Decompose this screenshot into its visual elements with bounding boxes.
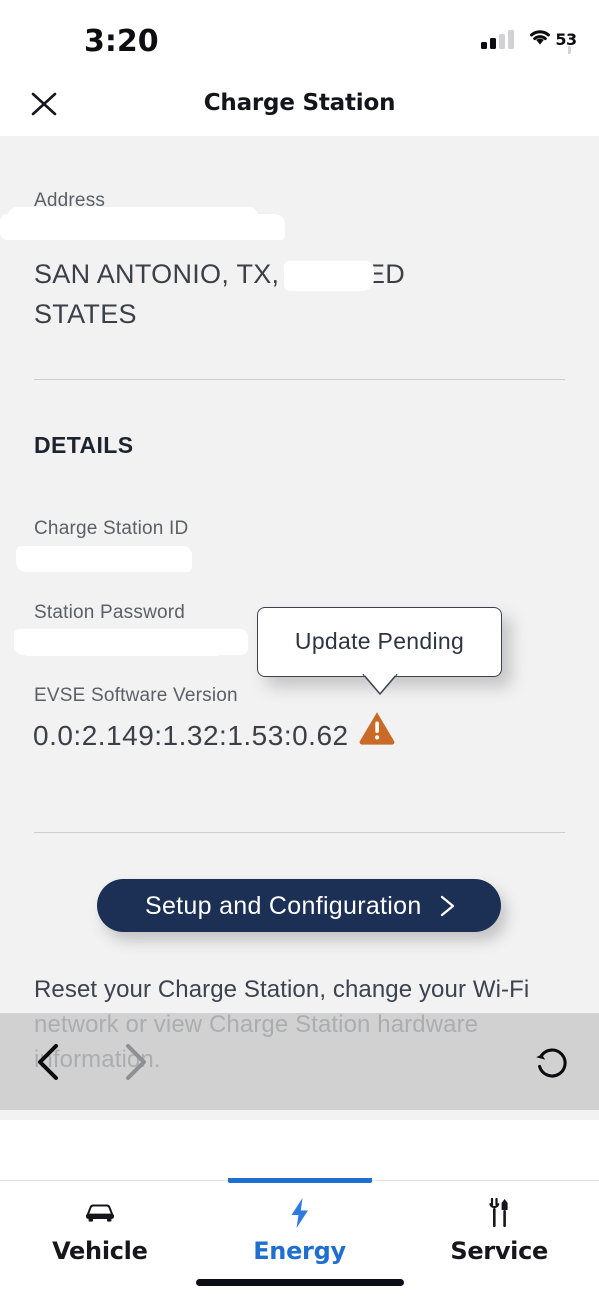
redaction-charge-station-id-extra [26, 560, 166, 572]
redaction-station-password-extra [22, 644, 222, 656]
status-bar-time: 3:20 [84, 24, 159, 59]
tab-energy-label: Energy [253, 1237, 346, 1265]
navigation-header: Charge Station [0, 70, 599, 136]
redaction-zip-code-extra [290, 276, 360, 290]
tab-active-indicator [227, 1178, 372, 1183]
tooltip-text: Update Pending [294, 628, 465, 654]
charge-station-details-panel: Address SAN ANTONIO, TX, , UNITED STATES… [0, 136, 599, 1120]
section-divider [34, 379, 565, 380]
page-title: Charge Station [203, 90, 396, 116]
redaction-street-address-extra [8, 207, 258, 227]
charge-station-id-label: Charge Station ID [34, 518, 189, 539]
tab-energy[interactable]: Energy [200, 1178, 400, 1276]
tab-vehicle-label: Vehicle [52, 1237, 148, 1265]
tab-vehicle[interactable]: Vehicle [0, 1181, 200, 1276]
browser-navigation-bar [0, 1013, 599, 1110]
warning-triangle-icon[interactable] [358, 709, 396, 745]
reload-icon[interactable] [533, 1043, 571, 1081]
chevron-left-icon[interactable] [32, 1041, 66, 1083]
evse-software-version-value: 0.0:2.149:1.32:1.53:0.62 [33, 720, 349, 751]
cellular-signal-icon [481, 29, 514, 49]
chevron-right-icon[interactable] [118, 1041, 152, 1083]
app-screen: 3:20 53 [0, 0, 599, 1300]
station-password-label: Station Password [34, 602, 186, 623]
update-pending-tooltip: Update Pending [257, 607, 502, 695]
car-icon [83, 1197, 117, 1229]
address-value: SAN ANTONIO, TX, , UNITED STATES [34, 259, 406, 329]
chevron-right-icon [437, 894, 459, 918]
setup-and-configuration-button[interactable]: Setup and Configuration [97, 879, 501, 932]
status-bar: 3:20 53 [0, 0, 599, 70]
tooltip-arrow [362, 672, 398, 696]
lightning-bolt-icon [288, 1197, 312, 1229]
tab-service-label: Service [450, 1237, 549, 1265]
evse-software-version-label: EVSE Software Version [34, 685, 238, 706]
status-bar-indicators: 53 [481, 27, 577, 54]
details-heading: DETAILS [34, 432, 134, 458]
wrench-screwdriver-icon [485, 1197, 513, 1229]
section-divider-2 [34, 832, 565, 833]
tab-service[interactable]: Service [399, 1181, 599, 1276]
bottom-tab-bar: Vehicle Energy Service [0, 1178, 599, 1276]
wifi-icon [527, 27, 553, 51]
home-indicator [195, 1279, 404, 1286]
setup-and-configuration-label: Setup and Configuration [145, 892, 422, 920]
